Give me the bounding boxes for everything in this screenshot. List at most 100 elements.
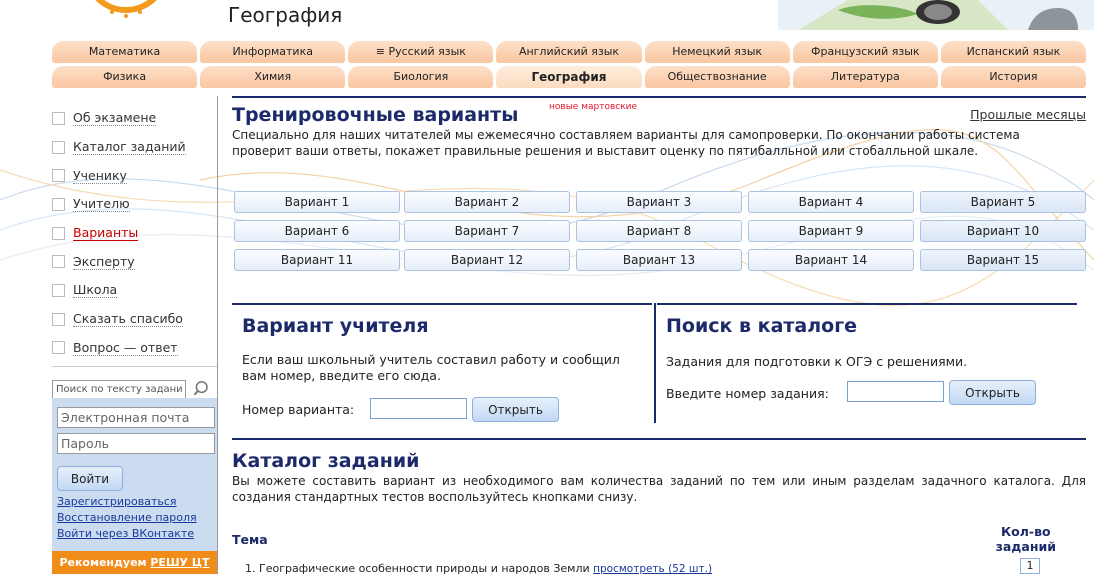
sidebar-item[interactable]: Каталог заданий — [52, 133, 212, 162]
variant-button[interactable]: Вариант 12 — [404, 249, 570, 271]
checkbox-icon — [52, 255, 65, 269]
task-number-input[interactable] — [847, 381, 944, 402]
sidebar-item-label[interactable]: Ученику — [73, 168, 127, 184]
tab-row1-6[interactable]: Испанский язык — [940, 41, 1086, 63]
password-field[interactable] — [57, 433, 215, 454]
sidebar-separator — [52, 366, 217, 368]
sidebar: Об экзамене Каталог заданий Ученику Учителю… — [52, 104, 217, 401]
checkbox-icon — [52, 197, 65, 211]
tab-row1-5[interactable]: Французский язык — [792, 41, 938, 63]
variant-button[interactable]: Вариант 8 — [576, 220, 742, 242]
sidebar-item-label[interactable]: Сказать спасибо — [73, 311, 183, 328]
tab-row2-2[interactable]: Биология — [348, 66, 494, 88]
topic-title: 1. Географические особенности природы и … — [245, 562, 594, 574]
catalog-description: Вы можете составить вариант из необходим… — [232, 474, 1086, 504]
recommend-link[interactable]: РЕШУ ЦТ — [150, 556, 209, 569]
topic-view-link[interactable]: просмотреть (52 шт.) — [593, 563, 712, 574]
section-rule — [232, 96, 1086, 98]
open-variant-button[interactable]: Открыть — [472, 397, 559, 422]
count-column-header: Кол-во заданий — [996, 524, 1056, 554]
search-input[interactable] — [52, 379, 186, 399]
variant-button[interactable]: Вариант 13 — [576, 249, 742, 271]
sidebar-item[interactable]: Варианты — [52, 219, 212, 248]
variant-number-input[interactable] — [370, 398, 467, 419]
variant-button[interactable]: Вариант 1 — [234, 191, 400, 213]
tab-row1-3[interactable]: Английский язык — [496, 41, 642, 63]
sidebar-item-label[interactable]: Учителю — [73, 196, 130, 213]
subject-title: География — [228, 3, 343, 27]
email-field[interactable] — [57, 407, 215, 428]
count-header-line1: Кол-во — [1000, 524, 1051, 539]
variant-number-label: Номер варианта: — [242, 402, 355, 417]
section-divider — [654, 303, 656, 423]
vk-login-link[interactable]: Войти через ВКонтакте — [57, 527, 194, 540]
catalog-title: Каталог заданий — [232, 450, 420, 472]
variant-button[interactable]: Вариант 6 — [234, 220, 400, 242]
variant-button[interactable]: Вариант 14 — [748, 249, 914, 271]
sidebar-item-label[interactable]: Об экзамене — [73, 110, 157, 127]
variant-button[interactable]: Вариант 3 — [576, 191, 742, 213]
recommend-text: Рекомендуем — [59, 556, 151, 569]
catalog-search-title: Поиск в каталоге — [666, 315, 858, 337]
open-task-button[interactable]: Открыть — [949, 380, 1036, 405]
tab-row2-3[interactable]: География — [496, 66, 642, 88]
sidebar-item[interactable]: Школа — [52, 276, 212, 305]
header: География — [0, 0, 1094, 40]
sidebar-item-label[interactable]: Эксперту — [73, 254, 135, 270]
variant-button[interactable]: Вариант 11 — [234, 249, 400, 271]
sidebar-item[interactable]: Сказать спасибо — [52, 305, 212, 334]
topic-row: 1. Географические особенности природы и … — [245, 562, 712, 574]
variant-button[interactable]: Вариант 15 — [920, 249, 1086, 271]
recommend-banner: Рекомендуем РЕШУ ЦТ — [52, 551, 217, 574]
sidebar-item[interactable]: Учителю — [52, 190, 212, 219]
sidebar-item[interactable]: Об экзамене — [52, 104, 212, 133]
tab-row2-1[interactable]: Химия — [200, 66, 346, 88]
past-months-link[interactable]: Прошлые месяцы — [970, 107, 1086, 122]
teacher-variant-description: Если ваш школьный учитель составил работ… — [242, 352, 620, 383]
sidebar-item-label[interactable]: Вопрос — ответ — [73, 340, 178, 356]
sidebar-item[interactable]: Вопрос — ответ — [52, 334, 212, 363]
checkbox-icon — [52, 169, 65, 183]
teacher-variant-title: Вариант учителя — [242, 315, 429, 337]
theme-column-header: Тема — [232, 532, 268, 547]
tab-row1-1[interactable]: Информатика — [200, 41, 346, 63]
tab-row1-0[interactable]: Математика — [52, 41, 198, 63]
count-header-line2: заданий — [995, 539, 1056, 554]
sidebar-item-label[interactable]: Каталог заданий — [73, 139, 186, 156]
search-icon[interactable] — [193, 379, 212, 399]
tab-row2-0[interactable]: Физика — [52, 66, 198, 88]
logo-icon — [95, 0, 157, 18]
tab-row2-4[interactable]: Обществознание — [644, 66, 790, 88]
login-button[interactable]: Войти — [57, 466, 123, 491]
sidebar-item[interactable]: Ученику — [52, 161, 212, 190]
checkbox-icon — [52, 283, 65, 297]
variant-button[interactable]: Вариант 4 — [748, 191, 914, 213]
sidebar-item-label[interactable]: Варианты — [73, 225, 139, 242]
training-title: Тренировочные варианты — [232, 104, 519, 126]
restore-password-link[interactable]: Восстановление пароля — [57, 511, 197, 524]
variant-button[interactable]: Вариант 9 — [748, 220, 914, 242]
header-globe-image — [778, 0, 1094, 30]
subject-tabs: Математика Информатика ≡ Русский язык Англи… — [52, 41, 1086, 91]
tab-row2-5[interactable]: Литература — [792, 66, 938, 88]
sidebar-item-label[interactable]: Школа — [73, 282, 118, 299]
checkbox-icon — [52, 140, 65, 154]
tab-row-2: Физика Химия Биология География Обществознан… — [52, 66, 1086, 88]
variant-button[interactable]: Вариант 5 — [920, 191, 1086, 213]
register-link[interactable]: Зарегистрироваться — [57, 495, 177, 508]
sidebar-divider — [217, 96, 218, 574]
tab-row2-6[interactable]: История — [940, 66, 1086, 88]
variant-button[interactable]: Вариант 10 — [920, 220, 1086, 242]
sidebar-item[interactable]: Эксперту — [52, 247, 212, 276]
training-description: Специально для наших читателей мы ежемес… — [232, 128, 1020, 158]
variant-button[interactable]: Вариант 2 — [404, 191, 570, 213]
topic-count-input[interactable]: 1 — [1020, 558, 1040, 574]
tab-row1-4[interactable]: Немецкий язык — [644, 41, 790, 63]
tab-row1-2[interactable]: ≡ Русский язык — [348, 41, 494, 63]
variant-button[interactable]: Вариант 7 — [404, 220, 570, 242]
task-number-label: Введите номер задания: — [666, 386, 829, 401]
checkbox-icon — [52, 312, 65, 326]
section-rule — [657, 303, 1077, 305]
checkbox-icon — [52, 226, 65, 240]
section-rule — [232, 438, 1086, 440]
